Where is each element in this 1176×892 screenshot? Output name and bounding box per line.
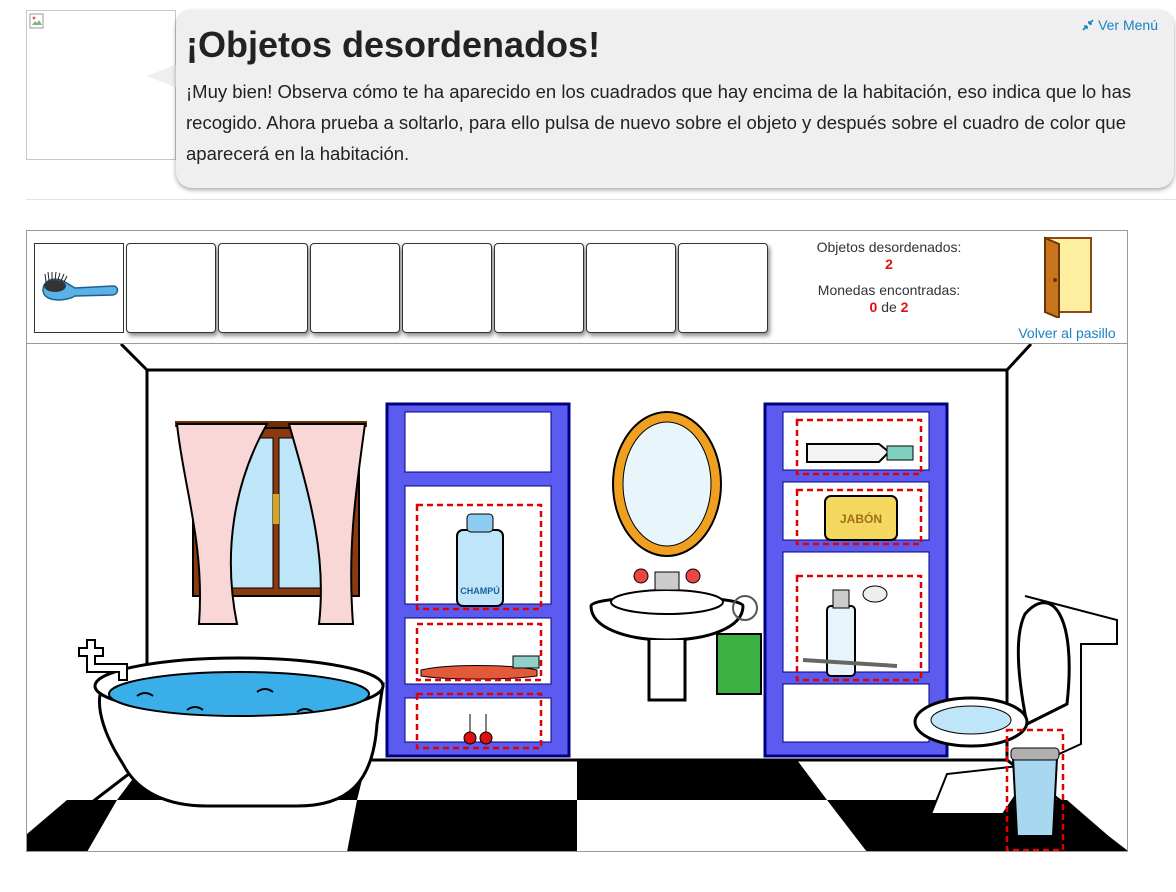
inventory-slot-2[interactable] <box>126 243 216 333</box>
door-icon <box>1044 236 1092 320</box>
inventory-slot-1[interactable] <box>34 243 124 333</box>
coins-total: 2 <box>900 299 909 315</box>
inventory-bar: Objetos desordenados: 2 Monedas encontra… <box>26 230 1128 344</box>
speech-bubble: ¡Objetos desordenados! ¡Muy bien! Observ… <box>176 10 1174 188</box>
coins-found: 0 <box>869 299 878 315</box>
back-label: Volver al pasillo <box>1018 325 1116 341</box>
shrink-arrows-icon <box>1082 19 1094 31</box>
toothpaste <box>806 443 914 463</box>
inventory-slot-3[interactable] <box>218 243 308 333</box>
inventory-slot-8[interactable] <box>678 243 768 333</box>
instruction-message: ¡Muy bien! Observa cómo te ha aparecido … <box>186 81 1132 164</box>
page-title: ¡Objetos desordenados! <box>186 24 601 65</box>
ver-menu-label: Ver Menú <box>1098 17 1158 33</box>
app: ¡Objetos desordenados! ¡Muy bien! Observ… <box>0 0 1176 892</box>
inventory-slot-7[interactable] <box>586 243 676 333</box>
speech-bubble-tail <box>146 64 178 88</box>
broken-image-icon <box>29 13 44 29</box>
coins-separator: de <box>881 299 897 315</box>
window <box>175 421 367 625</box>
trash-can <box>1010 747 1060 837</box>
inventory-slot-5[interactable] <box>402 243 492 333</box>
soap-bar: JABÓN <box>824 495 898 541</box>
counters-panel: Objetos desordenados: 2 Monedas encontra… <box>797 239 981 315</box>
game-area: Objetos desordenados: 2 Monedas encontra… <box>26 230 1128 852</box>
shampoo-label: CHAMPÚ <box>460 585 500 596</box>
objects-label: Objetos desordenados: <box>816 239 962 255</box>
ver-menu-link[interactable]: Ver Menú <box>1082 17 1158 33</box>
inventory-slot-6[interactable] <box>494 243 584 333</box>
coins-count: 0 de 2 <box>797 299 981 315</box>
bathtub <box>78 639 385 808</box>
bathroom-illustration: CHAMPÚ JABÓN <box>27 344 1127 851</box>
back-to-hallway-button[interactable]: Volver al pasillo <box>1007 236 1127 341</box>
inventory-slot-4[interactable] <box>310 243 400 333</box>
objects-count: 2 <box>885 256 893 272</box>
bathroom-scene: CHAMPÚ JABÓN <box>26 344 1128 852</box>
hairbrush-icon <box>42 271 119 301</box>
divider <box>26 199 1176 200</box>
soap-label: JABÓN <box>840 511 882 526</box>
coins-label: Monedas encontradas: <box>817 282 961 298</box>
mirror <box>612 411 722 557</box>
